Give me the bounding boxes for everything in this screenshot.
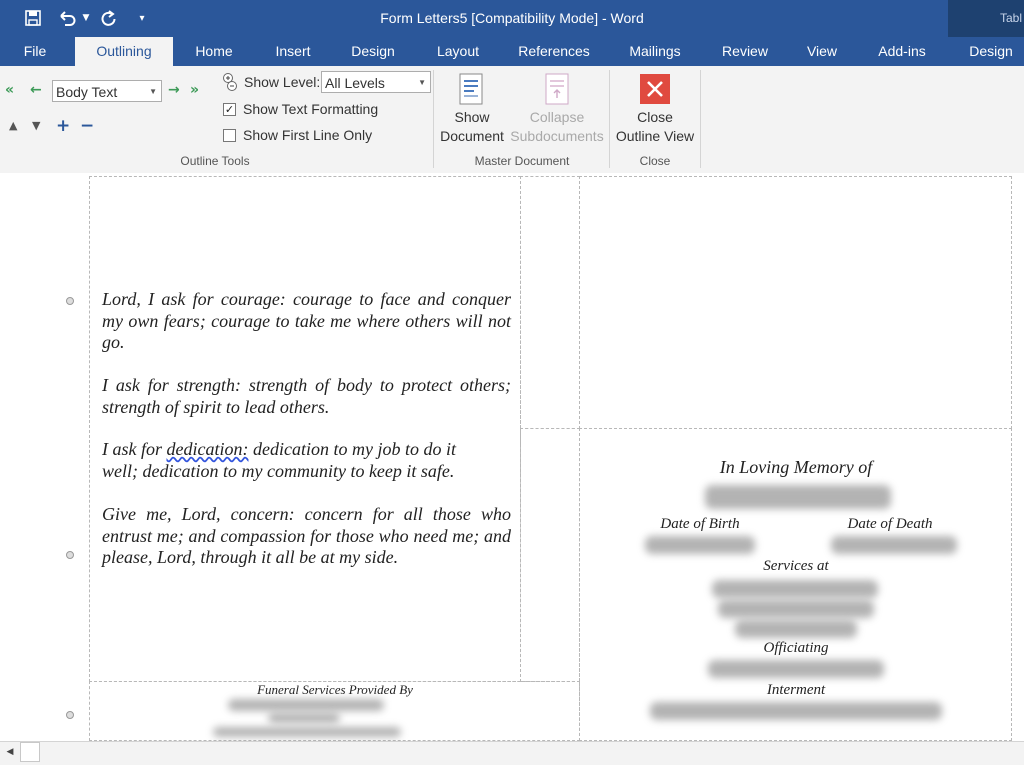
table-cell <box>520 428 580 682</box>
group-separator <box>700 70 701 168</box>
collapse-subdocuments-label-line1: Collapse <box>529 109 585 125</box>
date-of-birth-label: Date of Birth <box>660 516 740 532</box>
group-separator <box>609 70 610 168</box>
redacted-text <box>228 699 384 711</box>
tab-add-ins[interactable]: Add-ins <box>868 37 936 66</box>
tab-review[interactable]: Review <box>713 37 777 66</box>
close-outline-view-label-line2: Outline View <box>615 128 695 144</box>
expand-icon[interactable]: + <box>56 116 70 136</box>
services-at-label: Services at <box>763 558 829 574</box>
outline-bullet-icon[interactable] <box>66 297 74 305</box>
prayer-text: dedication to my job to do it <box>248 439 456 459</box>
show-document-label-line1: Show <box>454 109 490 125</box>
close-outline-view-button[interactable]: Close Outline View <box>612 72 698 154</box>
show-document-icon <box>459 73 483 105</box>
tab-home[interactable]: Home <box>186 37 242 66</box>
prayer-paragraph: I ask for strength: strength of body to … <box>102 375 511 417</box>
chevron-down-icon: ▼ <box>149 87 157 96</box>
show-text-formatting-checkbox[interactable]: ✓ <box>223 103 236 116</box>
interment-label: Interment <box>766 682 826 698</box>
outline-bullet-icon[interactable] <box>66 551 74 559</box>
collapse-subdocuments-button[interactable]: Collapse Subdocuments <box>508 72 606 154</box>
prayer-text: I ask for <box>102 439 167 459</box>
outline-tools-group-label: Outline Tools <box>180 154 250 168</box>
demote-to-body-text-icon[interactable]: » <box>190 82 199 98</box>
demote-icon[interactable]: → <box>168 82 180 98</box>
redacted-name <box>705 485 891 509</box>
prayer-paragraph: Give me, Lord, concern: concern for all … <box>102 504 511 567</box>
close-icon <box>640 74 670 104</box>
close-group-label: Close <box>639 154 671 168</box>
move-down-icon[interactable]: ▼ <box>32 119 40 132</box>
table-cell <box>520 176 580 429</box>
tab-file[interactable]: File <box>14 37 56 66</box>
tab-layout[interactable]: Layout <box>427 37 489 66</box>
tab-view[interactable]: View <box>798 37 846 66</box>
collapse-icon[interactable]: − <box>80 116 94 136</box>
tab-design[interactable]: Design <box>342 37 404 66</box>
misspelled-word[interactable]: dedication: <box>167 439 249 459</box>
redacted-text <box>650 702 942 720</box>
tab-table-design[interactable]: Design <box>958 37 1024 66</box>
redacted-text <box>831 536 957 554</box>
show-text-formatting-label: Show Text Formatting <box>243 101 379 117</box>
show-document-button[interactable]: Show Document <box>438 72 506 154</box>
redacted-text <box>718 600 874 618</box>
outline-bullet-icon[interactable] <box>66 711 74 719</box>
show-level-dropdown[interactable]: All Levels ▼ <box>321 71 431 93</box>
tab-outlining[interactable]: Outlining <box>75 37 173 66</box>
chevron-down-icon: ▼ <box>418 78 426 87</box>
funeral-services-label: Funeral Services Provided By <box>257 682 413 697</box>
redacted-text <box>213 727 401 737</box>
officiating-label: Officiating <box>763 640 829 656</box>
promote-to-heading1-icon[interactable]: « <box>5 82 14 98</box>
redacted-text <box>708 660 884 678</box>
date-of-death-label: Date of Death <box>847 516 933 532</box>
redacted-text <box>712 580 878 598</box>
redacted-text <box>645 536 755 554</box>
collapse-subdocuments-label-line2: Subdocuments <box>510 128 604 144</box>
show-document-label-line2: Document <box>440 128 504 144</box>
tab-mailings[interactable]: Mailings <box>618 37 692 66</box>
outline-level-dropdown[interactable]: Body Text ▼ <box>52 80 162 102</box>
master-document-group-label: Master Document <box>474 154 570 168</box>
collapse-subdocuments-icon <box>545 73 569 105</box>
move-up-icon[interactable]: ▲ <box>9 119 17 132</box>
memorial-title: In Loving Memory of <box>719 457 873 477</box>
redacted-text <box>268 713 340 723</box>
prayer-paragraph: I ask for dedication: dedication to my j… <box>102 439 511 482</box>
promote-icon[interactable]: ← <box>30 82 42 98</box>
prayer-cell <box>89 176 521 682</box>
group-separator <box>433 70 434 168</box>
redacted-text <box>735 620 857 638</box>
table-cell <box>579 176 1012 429</box>
show-level-icon <box>222 72 238 92</box>
window-title: Form Letters5 [Compatibility Mode] - Wor… <box>380 10 644 26</box>
prayer-text: well; dedication to my community to keep… <box>102 460 455 481</box>
scroll-left-icon[interactable]: ◀ <box>3 745 17 759</box>
scroll-thumb[interactable] <box>20 742 40 762</box>
tab-references[interactable]: References <box>512 37 596 66</box>
show-first-line-only-label: Show First Line Only <box>243 127 373 143</box>
tab-insert[interactable]: Insert <box>265 37 321 66</box>
show-level-value: All Levels <box>325 75 385 91</box>
show-level-label: Show Level: <box>244 74 321 90</box>
prayer-paragraph: Lord, I ask for courage: courage to face… <box>102 289 511 352</box>
show-first-line-only-checkbox[interactable] <box>223 129 236 142</box>
outline-level-value: Body Text <box>56 84 118 100</box>
horizontal-scrollbar[interactable] <box>0 741 1024 765</box>
close-outline-view-label-line1: Close <box>637 109 673 125</box>
